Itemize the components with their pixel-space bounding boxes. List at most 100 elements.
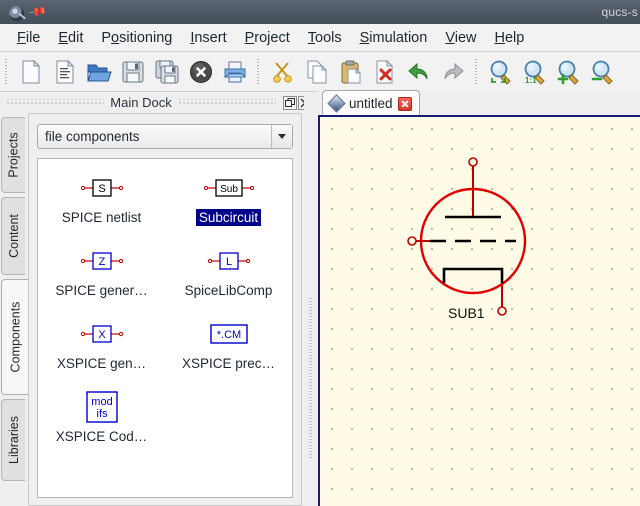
menu-simulation[interactable]: Simulation	[351, 27, 437, 49]
window-title: qucs-s	[601, 5, 638, 19]
dock-canvas-splitter[interactable]	[304, 92, 318, 506]
zoom-original-button[interactable]: 1:1	[518, 55, 552, 89]
dock-tab-content[interactable]: Content	[1, 197, 25, 275]
dock-content: file components S SPICE netlist Sub Subcirc…	[28, 113, 302, 506]
svg-text:S: S	[98, 183, 105, 195]
component-item[interactable]: L SpiceLibComp	[165, 238, 292, 299]
main-dock-panel: Main Dock Projects Content Components Libra…	[0, 92, 313, 506]
component-symbol-icon: L	[199, 242, 259, 280]
undo-button[interactable]	[402, 55, 436, 89]
dock-tab-projects[interactable]: Projects	[1, 117, 25, 193]
copy-pages-icon	[304, 59, 330, 85]
new-text-document-button[interactable]	[48, 55, 82, 89]
component-grid: S SPICE netlist Sub Subcircuit Z SPICE gener……	[38, 165, 292, 445]
zoom-one-to-one-icon: 1:1	[522, 59, 548, 85]
zoom-fit-icon	[488, 59, 514, 85]
component-symbol-icon: Sub	[199, 169, 259, 207]
document-tab-label: untitled	[349, 96, 393, 111]
dock-tab-libraries[interactable]: Libraries	[1, 399, 25, 481]
save-all-button[interactable]	[150, 55, 184, 89]
new-document-button[interactable]	[14, 55, 48, 89]
component-symbol-icon: S	[72, 169, 132, 207]
component-item[interactable]: Z SPICE gener…	[38, 238, 165, 299]
dock-tab-label: Components	[8, 301, 22, 373]
zoom-in-button[interactable]	[552, 55, 586, 89]
component-item-label: SpiceLibComp	[184, 283, 273, 298]
menu-positioning[interactable]: Positioning	[92, 27, 181, 49]
component-item-label: XSPICE prec…	[181, 356, 276, 371]
dock-tab-label: Libraries	[6, 416, 21, 464]
clipboard-paste-icon	[338, 59, 364, 85]
redo-button[interactable]	[436, 55, 470, 89]
paste-button[interactable]	[334, 55, 368, 89]
document-tab-untitled[interactable]: untitled	[322, 90, 420, 116]
dock-title-bar: Main Dock	[0, 92, 313, 113]
dock-tab-components[interactable]: Components	[1, 279, 28, 395]
dock-drag-handle-left[interactable]	[6, 99, 105, 106]
svg-text:Z: Z	[98, 256, 105, 268]
dock-side-tabs: Projects Content Components Libraries	[0, 113, 28, 506]
splitter-grip	[309, 298, 312, 458]
component-item-label: SPICE netlist	[61, 210, 142, 225]
print-button[interactable]	[218, 55, 252, 89]
svg-text:mod: mod	[91, 396, 112, 408]
zoom-out-icon	[590, 59, 616, 85]
component-item[interactable]: Sub Subcircuit	[165, 165, 292, 226]
menu-edit[interactable]: Edit	[49, 27, 92, 49]
component-item[interactable]: *.CM XSPICE prec…	[165, 311, 292, 372]
zoom-out-button[interactable]	[586, 55, 620, 89]
menu-insert[interactable]: Insert	[181, 27, 235, 49]
component-item[interactable]: S SPICE netlist	[38, 165, 165, 226]
component-item-label: SPICE gener…	[55, 283, 148, 298]
component-item-label: XSPICE Cod…	[55, 429, 148, 444]
close-circle-icon	[188, 59, 214, 85]
menu-view[interactable]: View	[436, 27, 485, 49]
component-label-sub1: SUB1	[448, 305, 485, 321]
dock-float-button[interactable]	[283, 95, 298, 110]
new-text-document-icon	[52, 59, 78, 85]
main-toolbar: 1:1	[0, 52, 640, 92]
document-delete-icon	[372, 59, 398, 85]
dock-title-label: Main Dock	[110, 95, 172, 110]
tab-close-icon[interactable]	[397, 96, 412, 111]
copy-button[interactable]	[300, 55, 334, 89]
dock-drag-handle-right[interactable]	[177, 99, 277, 106]
zoom-in-icon	[556, 59, 582, 85]
svg-text:1:1: 1:1	[525, 76, 537, 85]
schematic-canvas[interactable]: SUB1	[318, 115, 640, 506]
pin-icon[interactable]: 📌	[27, 2, 47, 22]
component-item[interactable]: X XSPICE gen…	[38, 311, 165, 372]
schematic-diamond-icon	[329, 96, 344, 111]
component-symbol-icon: *.CM	[199, 315, 259, 353]
svg-text:Sub: Sub	[220, 184, 238, 195]
component-item-label: XSPICE gen…	[56, 356, 147, 371]
new-document-icon	[18, 59, 44, 85]
menu-file[interactable]: File	[8, 27, 49, 49]
scissors-icon	[270, 59, 296, 85]
chevron-down-icon[interactable]	[271, 125, 292, 148]
save-button[interactable]	[116, 55, 150, 89]
menu-help[interactable]: Help	[486, 27, 534, 49]
cut-button[interactable]	[266, 55, 300, 89]
component-list[interactable]: S SPICE netlist Sub Subcircuit Z SPICE gener……	[37, 158, 293, 498]
component-category-select[interactable]: file components	[37, 124, 293, 149]
component-item[interactable]: mod ifs XSPICE Cod…	[38, 384, 165, 445]
svg-text:ifs: ifs	[96, 408, 108, 420]
dock-tab-label: Content	[6, 214, 21, 258]
undo-arrow-icon	[406, 59, 432, 85]
zoom-fit-button[interactable]	[484, 55, 518, 89]
component-symbol-icon: Z	[72, 242, 132, 280]
menu-bar: File Edit Positioning Insert Project Tools Sim…	[0, 24, 640, 52]
toolbar-drag-handle[interactable]	[473, 58, 481, 85]
app-icon	[4, 3, 26, 21]
close-document-button[interactable]	[184, 55, 218, 89]
open-document-button[interactable]	[82, 55, 116, 89]
toolbar-drag-handle[interactable]	[255, 58, 263, 85]
delete-button[interactable]	[368, 55, 402, 89]
svg-text:X: X	[98, 329, 106, 341]
toolbar-drag-handle[interactable]	[3, 58, 11, 85]
redo-arrow-icon	[440, 59, 466, 85]
menu-project[interactable]: Project	[236, 27, 299, 49]
printer-icon	[222, 59, 248, 85]
menu-tools[interactable]: Tools	[299, 27, 351, 49]
